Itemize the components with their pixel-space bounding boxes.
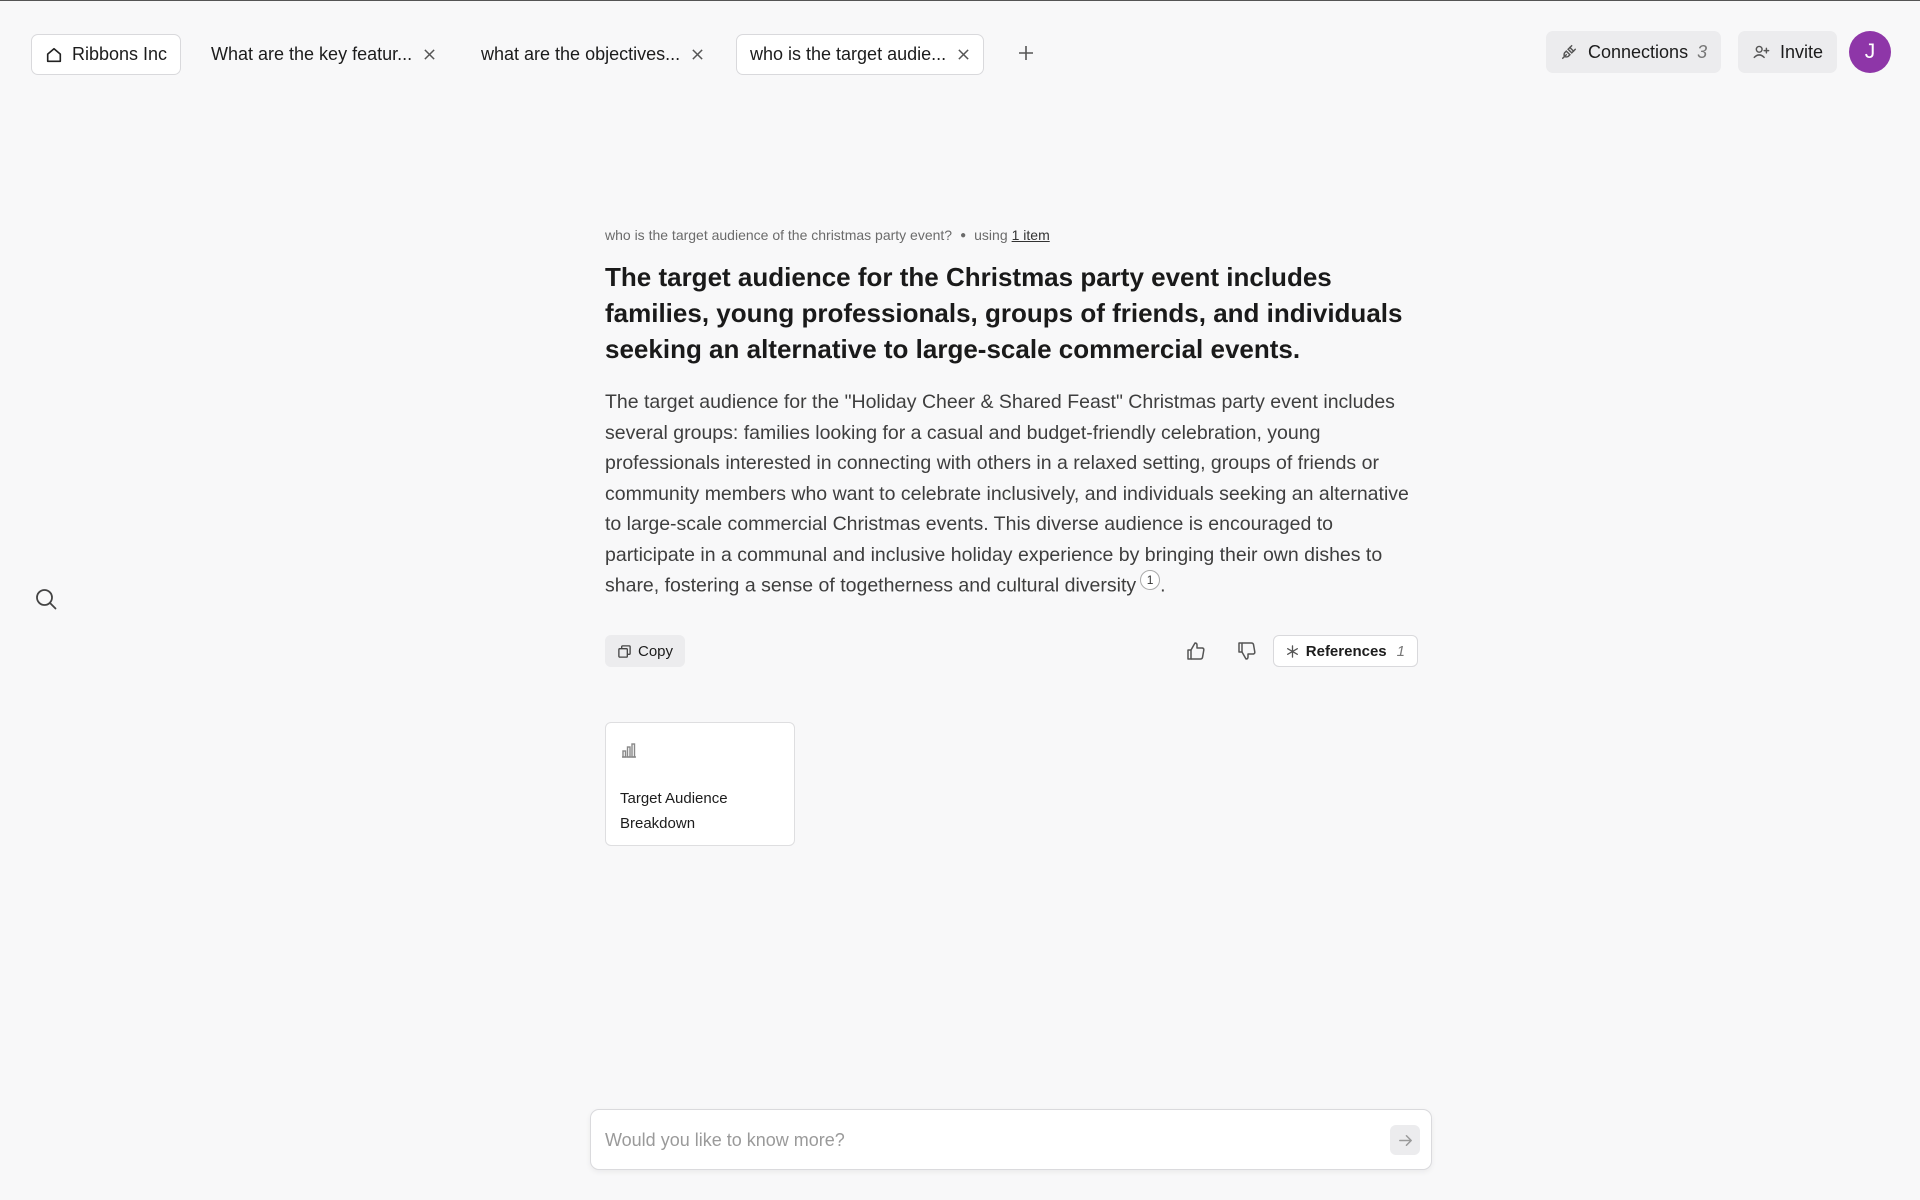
close-icon[interactable]: [956, 48, 970, 62]
reference-card-title: Target Audience Breakdown: [620, 790, 728, 832]
separator-dot: ●: [960, 229, 967, 241]
question-text: who is the target audience of the christ…: [605, 227, 953, 243]
connections-label: Connections: [1588, 41, 1689, 62]
connections-count: 3: [1697, 41, 1708, 62]
answer-actions: Copy References 1: [605, 635, 1418, 667]
bar-chart-icon: [620, 741, 638, 759]
plug-icon: [1560, 43, 1578, 61]
composer: [590, 1109, 1432, 1170]
citation-badge[interactable]: 1: [1140, 570, 1161, 590]
arrow-right-icon: [1397, 1132, 1414, 1149]
tab-objectives[interactable]: what are the objectives...: [481, 34, 704, 75]
asterisk-icon: [1286, 644, 1299, 658]
send-button[interactable]: [1390, 1125, 1420, 1155]
using-label: using: [974, 227, 1008, 243]
user-plus-icon: [1752, 43, 1770, 61]
question-meta: who is the target audience of the christ…: [605, 227, 1425, 243]
tab-home[interactable]: Ribbons Inc: [31, 34, 182, 75]
top-bar: Ribbons Inc What are the key featur... w…: [0, 1, 1920, 105]
answer-panel: who is the target audience of the christ…: [605, 227, 1425, 601]
references-count: 1: [1396, 642, 1405, 660]
thumbs-up-icon[interactable]: [1185, 640, 1207, 662]
tab-label: who is the target audie...: [750, 44, 947, 64]
plus-icon[interactable]: [1016, 43, 1036, 63]
avatar[interactable]: J: [1849, 31, 1891, 73]
references-label: References: [1305, 642, 1387, 660]
reference-card[interactable]: Target Audience Breakdown: [605, 722, 795, 846]
tab-label: what are the objectives...: [481, 44, 681, 64]
answer-body-text: The target audience for the "Holiday Che…: [605, 391, 1409, 597]
invite-label: Invite: [1780, 41, 1824, 62]
tab-key-features[interactable]: What are the key featur...: [211, 34, 436, 75]
answer-body-end: .: [1160, 574, 1166, 597]
references-button[interactable]: References 1: [1272, 635, 1418, 667]
close-icon[interactable]: [690, 48, 704, 62]
using-items-link[interactable]: 1 item: [1012, 227, 1050, 243]
answer-headline: The target audience for the Christmas pa…: [605, 262, 1403, 364]
search-icon[interactable]: [34, 587, 58, 611]
connections-button[interactable]: Connections 3: [1546, 31, 1722, 73]
answer-body: The target audience for the "Holiday Che…: [605, 387, 1425, 601]
tab-target-audience[interactable]: who is the target audie...: [736, 34, 985, 75]
copy-button[interactable]: Copy: [605, 635, 686, 667]
copy-label: Copy: [638, 642, 674, 660]
tab-home-label: Ribbons Inc: [72, 44, 168, 64]
thumbs-down-icon[interactable]: [1236, 640, 1258, 662]
follow-up-input[interactable]: [605, 1124, 1365, 1156]
home-icon: [45, 46, 63, 64]
tab-label: What are the key featur...: [211, 44, 413, 64]
close-icon[interactable]: [422, 48, 436, 62]
copy-icon: [617, 644, 632, 659]
invite-button[interactable]: Invite: [1738, 31, 1838, 73]
